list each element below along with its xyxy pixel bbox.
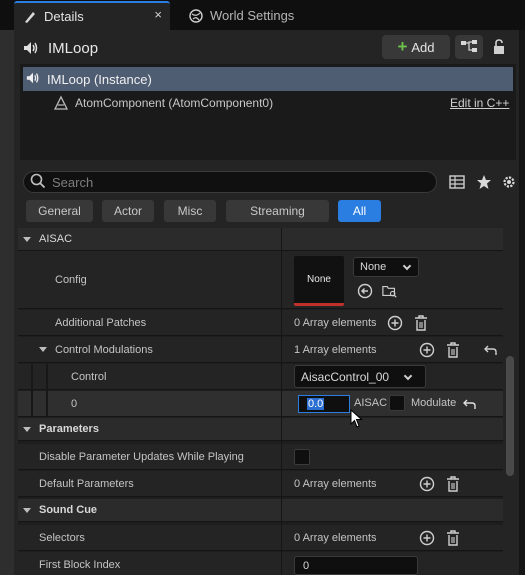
viewport-edge [0, 30, 14, 575]
add-component-button[interactable]: + Add [382, 35, 450, 59]
array-count: 0 Array elements [294, 478, 377, 490]
actor-name: IMLoop [48, 39, 99, 57]
property-label: Selectors [39, 532, 85, 544]
mouse-cursor-icon [350, 408, 364, 432]
trash-icon[interactable] [413, 315, 429, 331]
search-box[interactable] [23, 171, 437, 193]
chevron-down-icon [402, 261, 412, 271]
reset-arrow-icon[interactable] [462, 396, 478, 412]
browse-folder-icon[interactable] [382, 283, 398, 299]
property-label: Additional Patches [55, 317, 147, 329]
settings-gear-icon[interactable] [500, 173, 518, 191]
search-icon [30, 173, 46, 192]
filter-all[interactable]: All [338, 200, 381, 222]
component-item-root[interactable]: IMLoop (Instance) [23, 67, 513, 91]
aisac-label: AISAC [354, 397, 388, 409]
property-row-first-block-index: First Block Index [18, 552, 503, 575]
speaker-icon [25, 71, 41, 88]
modulate-label: Modulate [411, 397, 457, 409]
array-count: 1 Array elements [294, 344, 377, 356]
favorite-star-icon[interactable] [475, 173, 493, 191]
filter-actor[interactable]: Actor [102, 200, 154, 222]
chevron-down-icon [403, 371, 413, 380]
category-sound-cue[interactable]: Sound Cue [18, 499, 503, 522]
column-divider[interactable] [281, 228, 282, 575]
category-title: Sound Cue [39, 504, 98, 516]
category-aisac[interactable]: AISAC [18, 228, 503, 251]
chevron-down-icon [39, 347, 47, 352]
first-block-index-input[interactable]: 0 [294, 556, 418, 575]
trash-icon[interactable] [445, 530, 461, 546]
property-label: Default Parameters [39, 478, 134, 490]
control-combo[interactable]: AisacControl_00 [294, 365, 426, 388]
scrollbar-thumb[interactable] [506, 356, 514, 476]
property-label: Control Modulations [55, 344, 153, 356]
filter-general[interactable]: General [26, 200, 93, 222]
details-icon [22, 9, 38, 25]
category-parameters[interactable]: Parameters [18, 418, 503, 441]
blueprint-button[interactable] [455, 35, 483, 59]
trash-icon[interactable] [445, 476, 461, 492]
blueprint-icon [460, 39, 478, 56]
array-count: 0 Array elements [294, 317, 377, 329]
add-element-icon[interactable] [419, 476, 435, 492]
component-child-label: AtomComponent (AtomComponent0) [75, 96, 274, 110]
tab-details-label: Details [44, 9, 84, 24]
use-selected-icon[interactable] [357, 283, 373, 299]
globe-icon [188, 8, 204, 24]
chevron-down-icon [23, 508, 31, 513]
config-combo[interactable]: None [353, 257, 419, 277]
trash-icon[interactable] [445, 342, 461, 358]
table-view-icon[interactable] [448, 173, 466, 191]
filter-streaming[interactable]: Streaming [226, 200, 329, 222]
indent-guide [31, 364, 33, 418]
component-root-label: IMLoop (Instance) [47, 71, 152, 87]
property-label: First Block Index [39, 559, 121, 571]
atom-component-icon [53, 95, 69, 111]
asset-thumbnail[interactable]: None [294, 256, 344, 306]
tab-details[interactable]: Details × [14, 1, 170, 30]
element-index-label: 0 [71, 398, 78, 410]
add-element-icon[interactable] [419, 530, 435, 546]
add-element-icon[interactable] [387, 315, 403, 331]
property-label: Disable Parameter Updates While Playing [39, 451, 244, 463]
chevron-down-icon [23, 237, 31, 242]
edit-in-cpp-link[interactable]: Edit in C++ [450, 96, 509, 110]
tab-world-settings[interactable]: World Settings [180, 1, 320, 30]
speaker-icon [22, 39, 40, 57]
component-item-atom[interactable]: AtomComponent (AtomComponent0) [23, 92, 513, 114]
add-element-icon[interactable] [419, 342, 435, 358]
control-combo-value: AisacControl_00 [301, 369, 390, 384]
property-row-config: Config [18, 251, 503, 309]
reset-arrow-icon[interactable] [483, 342, 499, 358]
property-label: Control [71, 371, 107, 383]
property-row-control: Control [18, 364, 503, 390]
property-label: Config [55, 274, 87, 286]
property-row-disable-updates: Disable Parameter Updates While Playing [18, 444, 503, 470]
plus-icon: + [397, 37, 408, 56]
property-row-additional-patches: Additional Patches 0 Array elements [18, 310, 503, 336]
disable-updates-checkbox[interactable] [294, 449, 310, 465]
indent-guide [46, 364, 48, 418]
array-count: 0 Array elements [294, 532, 377, 544]
aisac-value-field[interactable]: 0.0 [298, 395, 350, 413]
chevron-down-icon [23, 427, 31, 432]
modulate-checkbox[interactable] [389, 395, 405, 411]
config-combo-value: None [360, 261, 387, 273]
add-label: Add [411, 39, 435, 55]
aisac-value-text: 0.0 [307, 398, 325, 410]
close-icon[interactable]: × [154, 7, 162, 22]
search-input[interactable] [52, 174, 412, 190]
filter-misc[interactable]: Misc [164, 200, 216, 222]
category-title: Parameters [39, 423, 99, 435]
lock-icon[interactable] [491, 38, 509, 56]
category-title: AISAC [39, 233, 73, 245]
tab-world-settings-label: World Settings [210, 8, 295, 23]
